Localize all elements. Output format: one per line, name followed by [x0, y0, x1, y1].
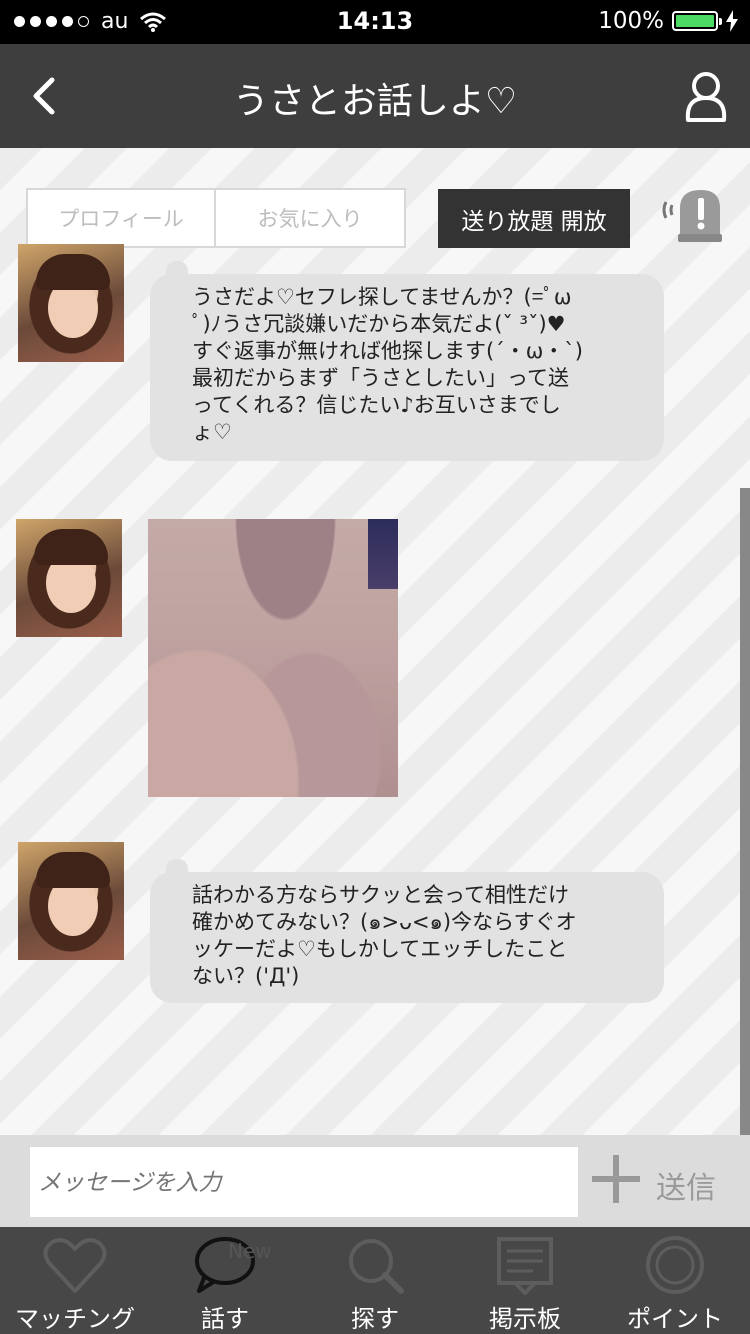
new-badge: New	[228, 1239, 272, 1263]
avatar[interactable]	[16, 519, 122, 637]
send-button[interactable]: 送信	[656, 1163, 716, 1207]
message-line: ない？('Д')	[192, 964, 300, 988]
board-icon	[497, 1237, 553, 1295]
tab-bar: マッチング 話す New 探す 掲示板 ポイント	[0, 1227, 750, 1334]
message-bubble: うさだよ♡セフレ探してませんか？(=ﾟω ﾟ)ﾉうさ冗談嫌いだから本気だよ(ˇ …	[150, 274, 664, 461]
message-bubble: 話わかる方ならサクッと会って相性だけ 確かめてみない？(๑>ᴗ<๑)今ならすぐオ…	[150, 872, 664, 1003]
message-line: ﾟ)ﾉうさ冗談嫌いだから本気だよ(ˇ ³ˇ)♥	[192, 312, 566, 336]
avatar[interactable]	[18, 842, 124, 960]
favorite-tab-button[interactable]: お気に入り	[216, 188, 406, 248]
battery-level	[676, 15, 714, 27]
tab-label: 話す	[201, 1305, 249, 1333]
tab-label: マッチング	[15, 1305, 135, 1333]
battery-percent: 100%	[598, 8, 664, 34]
navigation-bar: うさとお話しよ♡	[0, 44, 750, 148]
battery-icon	[672, 11, 722, 31]
plus-icon[interactable]	[590, 1153, 642, 1205]
tab-search[interactable]: 探す	[300, 1227, 450, 1334]
message-photo[interactable]	[148, 519, 398, 797]
scrollbar[interactable]	[740, 488, 750, 1135]
tab-label: ポイント	[627, 1305, 723, 1333]
chat-area[interactable]: プロフィール お気に入り 送り放題 開放 うさだよ♡セフレ探してませんか？(=ﾟ…	[0, 148, 750, 1135]
message-input[interactable]	[30, 1147, 578, 1217]
tab-talk[interactable]: 話す	[150, 1227, 300, 1334]
charging-icon	[726, 10, 738, 32]
message-line: うさだよ♡セフレ探してませんか？(=ﾟω	[192, 285, 572, 309]
alert-button[interactable]	[658, 186, 724, 244]
coin-icon	[646, 1236, 704, 1294]
status-bar: au 14:13 100%	[0, 0, 750, 44]
unlimited-send-button[interactable]: 送り放題 開放	[438, 189, 630, 248]
message-line: 話わかる方ならサクッと会って相性だけ	[192, 883, 569, 907]
profile-tab-button[interactable]: プロフィール	[26, 188, 216, 248]
tab-matching[interactable]: マッチング	[0, 1227, 150, 1334]
tab-label: 掲示板	[489, 1305, 561, 1333]
photo-detail	[368, 519, 398, 589]
chat-tabs: プロフィール お気に入り	[26, 188, 406, 248]
message-line: すぐ返事が無ければ他探します(´・ω・`)	[192, 339, 583, 363]
message-line: 最初だからまず「うさとしたい」って送	[192, 366, 569, 390]
message-line: ょ♡	[192, 420, 232, 444]
page-title: うさとお話しよ♡	[232, 81, 518, 122]
alert-icon	[662, 190, 722, 242]
status-right: 100%	[598, 8, 738, 34]
person-icon[interactable]	[682, 70, 730, 124]
tab-label: 探す	[351, 1305, 399, 1333]
message-line: ってくれる？信じたい♪お互いさまでし	[192, 393, 561, 417]
avatar[interactable]	[18, 244, 124, 362]
message-line: 確かめてみない？(๑>ᴗ<๑)今ならすぐオ	[192, 910, 577, 934]
tab-points[interactable]: ポイント	[600, 1227, 750, 1334]
search-icon	[349, 1239, 404, 1294]
heart-icon	[43, 1238, 107, 1293]
message-input-bar: 送信	[0, 1135, 750, 1227]
tab-board[interactable]: 掲示板	[450, 1227, 600, 1334]
message-line: ッケーだよ♡もしかしてエッチしたこと	[192, 937, 568, 961]
